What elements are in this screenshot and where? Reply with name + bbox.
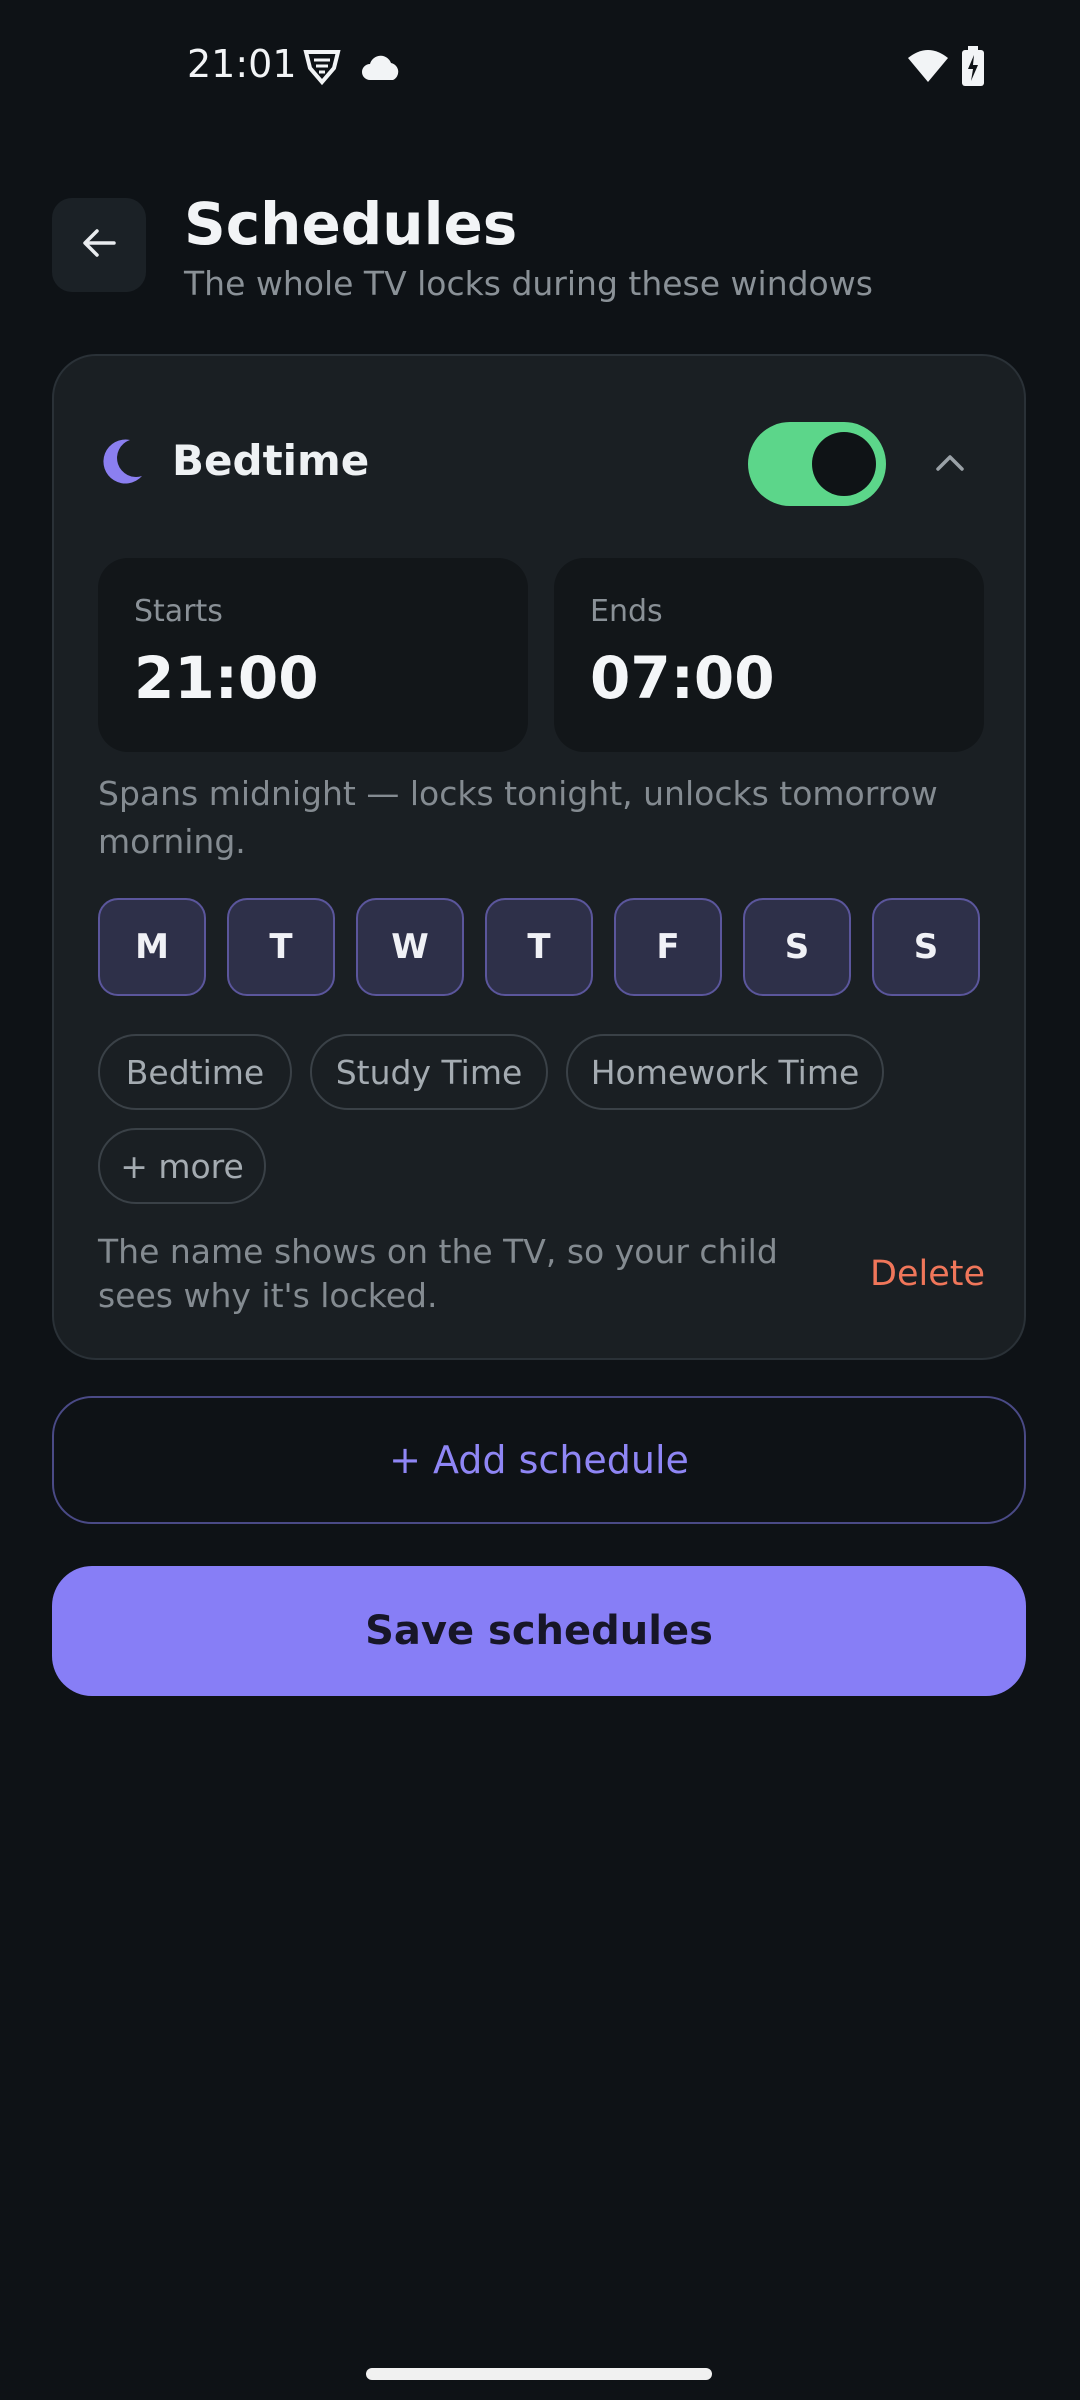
day-selector: M T W T F S S xyxy=(98,898,984,1000)
home-indicator[interactable] xyxy=(366,2368,712,2380)
name-chip-more[interactable]: + more xyxy=(98,1128,266,1204)
battery-charging-icon xyxy=(962,46,984,90)
page-subtitle: The whole TV locks during these windows xyxy=(184,264,873,303)
day-toggle-saturday[interactable]: S xyxy=(743,898,851,996)
day-toggle-friday[interactable]: F xyxy=(614,898,722,996)
day-toggle-tuesday[interactable]: T xyxy=(227,898,335,996)
start-time-value: 21:00 xyxy=(134,644,319,712)
arrow-left-icon xyxy=(82,228,116,262)
name-chip-bedtime[interactable]: Bedtime xyxy=(98,1034,292,1110)
schedule-card: Bedtime Starts 21:00 Ends 07:00 Spans mi… xyxy=(52,354,1026,1360)
save-schedules-button[interactable]: Save schedules xyxy=(52,1566,1026,1696)
moon-icon xyxy=(100,438,144,490)
name-chip-homework-time[interactable]: Homework Time xyxy=(566,1034,884,1110)
add-schedule-button[interactable]: + Add schedule xyxy=(52,1396,1026,1524)
end-time-picker[interactable]: Ends 07:00 xyxy=(554,558,984,752)
midnight-span-note: Spans midnight — locks tonight, unlocks … xyxy=(98,774,938,861)
vpn-shield-icon xyxy=(302,48,342,90)
wifi-icon xyxy=(908,48,948,86)
delete-schedule-button[interactable]: Delete xyxy=(870,1254,985,1294)
name-help-text: The name shows on the TV, so your child … xyxy=(98,1232,778,1315)
schedule-card-header: Bedtime xyxy=(54,416,1024,516)
start-time-picker[interactable]: Starts 21:00 xyxy=(98,558,528,752)
end-time-value: 07:00 xyxy=(590,644,775,712)
status-time: 21:01 xyxy=(187,42,297,86)
schedule-enabled-toggle[interactable] xyxy=(748,422,886,506)
name-chip-study-time[interactable]: Study Time xyxy=(310,1034,548,1110)
day-toggle-sunday[interactable]: S xyxy=(872,898,980,996)
status-bar: 21:01 xyxy=(0,0,1080,130)
cloud-icon xyxy=(360,54,402,86)
end-time-label: Ends xyxy=(590,594,663,629)
page-title: Schedules xyxy=(184,190,518,258)
chevron-up-icon xyxy=(935,452,965,476)
day-toggle-thursday[interactable]: T xyxy=(485,898,593,996)
day-toggle-wednesday[interactable]: W xyxy=(356,898,464,996)
day-toggle-monday[interactable]: M xyxy=(98,898,206,996)
schedule-name: Bedtime xyxy=(172,436,370,485)
toggle-knob xyxy=(812,432,876,496)
collapse-button[interactable] xyxy=(920,434,980,494)
page-header: Schedules The whole TV locks during thes… xyxy=(0,190,1080,320)
start-time-label: Starts xyxy=(134,594,223,629)
back-button[interactable] xyxy=(52,198,146,292)
